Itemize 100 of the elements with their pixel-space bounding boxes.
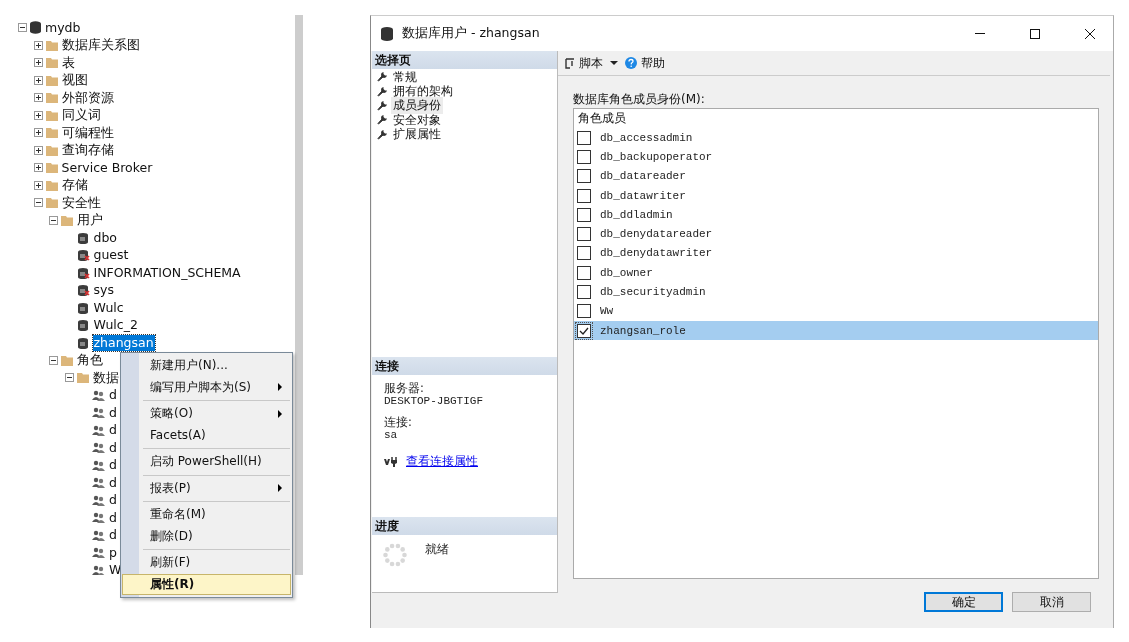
collapse-icon[interactable] — [49, 215, 58, 225]
collapse-icon[interactable] — [33, 198, 43, 208]
menu-item[interactable]: Facets(A) — [122, 424, 291, 446]
tree-item[interactable]: d — [108, 492, 118, 509]
cancel-button[interactable]: 取消 — [1012, 592, 1091, 612]
tree-item[interactable]: 安全性 — [60, 194, 102, 211]
role-name: db_datawriter — [600, 189, 686, 202]
checkbox[interactable] — [577, 323, 591, 338]
menu-item[interactable]: 删除(D) — [122, 525, 291, 547]
connection-properties-link[interactable]: 查看连接属性 — [406, 453, 478, 470]
server-name: DESKTOP-JBGTIGF — [384, 395, 485, 407]
role-name: db_securityadmin — [600, 286, 706, 298]
checkbox[interactable] — [577, 169, 591, 184]
role-icon — [92, 477, 105, 489]
checkbox[interactable] — [577, 285, 591, 299]
checkbox[interactable] — [577, 246, 591, 261]
tree-item[interactable]: 存储 — [60, 177, 89, 194]
section-header: 选择页 — [372, 51, 557, 69]
checkbox[interactable] — [577, 227, 591, 242]
role-row[interactable]: db_backupoperator — [574, 147, 1098, 167]
checkbox[interactable] — [577, 304, 591, 319]
page-item[interactable]: 扩展属性 — [391, 126, 443, 144]
role-row[interactable]: zhangsan_role — [574, 320, 1098, 341]
minimize-icon — [975, 33, 985, 34]
collapse-icon[interactable] — [64, 373, 74, 383]
connection-name: sa — [384, 429, 399, 441]
tree-item[interactable]: d — [108, 404, 118, 421]
spinner-icon — [383, 543, 407, 567]
tree-item[interactable]: 数据库关系图 — [60, 37, 141, 54]
role-name: db_backupoperator — [600, 150, 713, 163]
collapse-icon[interactable] — [18, 23, 27, 33]
tree-item[interactable]: d — [108, 457, 118, 474]
collapse-icon[interactable] — [49, 355, 58, 365]
checkbox[interactable] — [577, 265, 591, 280]
script-button[interactable]: 脚本 — [579, 54, 603, 72]
role-row[interactable]: Ww — [574, 301, 1098, 321]
menu-item[interactable]: 新建用户(N)... — [122, 355, 291, 377]
tree-item[interactable]: 查询存储 — [60, 142, 115, 159]
tree-item[interactable]: 角色 — [76, 352, 104, 369]
tree-item[interactable]: d — [108, 527, 118, 544]
tree-item[interactable]: d — [108, 474, 118, 491]
tree-item[interactable]: zhangsan — [92, 334, 155, 351]
help-button[interactable]: 帮助 — [641, 54, 665, 72]
expand-icon[interactable] — [33, 145, 43, 155]
role-row[interactable]: db_datawriter — [574, 185, 1098, 206]
menu-item[interactable]: 策略(O) — [122, 403, 291, 425]
tree-item[interactable]: 视图 — [60, 72, 89, 89]
page-item[interactable]: 成员身份 — [391, 97, 443, 115]
folder-icon — [76, 372, 89, 384]
folder-icon — [45, 162, 58, 174]
tree-item[interactable]: 外部资源 — [60, 89, 115, 106]
tree-item[interactable]: 用户 — [76, 212, 104, 229]
expand-icon[interactable] — [33, 75, 43, 85]
scrollbar[interactable] — [295, 15, 303, 575]
ok-button[interactable]: 确定 — [924, 592, 1003, 612]
tree-item[interactable]: 同义词 — [60, 107, 102, 124]
menu-item[interactable]: 刷新(F) — [122, 552, 291, 574]
menu-item[interactable]: 属性(R) — [122, 573, 291, 595]
section-header: 连接 — [372, 357, 557, 375]
role-row[interactable]: db_owner — [574, 263, 1098, 283]
tree-item[interactable]: dbo — [92, 229, 119, 246]
menu-item[interactable]: 启动 PowerShell(H) — [122, 451, 291, 473]
checkbox[interactable] — [577, 149, 591, 164]
wrench-icon — [377, 86, 387, 97]
tree-item[interactable]: Wulc — [92, 299, 125, 316]
tree-item[interactable]: 可编程性 — [60, 124, 115, 141]
tree-item[interactable]: d — [108, 387, 118, 404]
role-icon — [92, 442, 105, 454]
tree-item[interactable]: 数据 — [91, 369, 120, 386]
folder-icon — [45, 144, 58, 156]
checkbox[interactable] — [577, 207, 591, 222]
page-item[interactable]: 常规 — [391, 68, 419, 86]
expand-icon[interactable] — [33, 163, 43, 173]
expand-icon[interactable] — [33, 93, 43, 103]
checkbox[interactable] — [577, 130, 591, 145]
tree-item[interactable]: 表 — [60, 54, 76, 71]
expand-icon[interactable] — [33, 110, 43, 120]
role-icon — [92, 494, 105, 506]
role-row[interactable]: db_datareader — [574, 166, 1098, 186]
role-row[interactable]: db_denydatareader — [574, 224, 1098, 244]
tree-item[interactable]: Wulc_2 — [92, 317, 139, 334]
role-icon — [92, 547, 105, 559]
role-row[interactable]: db_ddladmin — [574, 205, 1098, 225]
expand-icon[interactable] — [33, 58, 43, 68]
tree-item[interactable]: d — [108, 439, 118, 456]
checkbox[interactable] — [577, 188, 591, 203]
tree-item[interactable]: Service Broker — [60, 159, 154, 176]
role-row[interactable]: db_accessadmin — [574, 128, 1098, 148]
menu-item[interactable]: 重命名(M) — [122, 504, 291, 526]
role-row[interactable]: db_securityadmin — [574, 282, 1098, 302]
tree-item[interactable]: mydb — [44, 19, 82, 36]
expand-icon[interactable] — [33, 40, 43, 50]
tree-item[interactable]: d — [108, 422, 118, 439]
menu-item[interactable]: 编写用户脚本为(S) — [122, 376, 291, 398]
tree-item[interactable]: d — [108, 509, 118, 526]
role-row[interactable]: db_denydatawriter — [574, 243, 1098, 264]
menu-item[interactable]: 报表(P) — [122, 477, 291, 499]
expand-icon[interactable] — [33, 128, 43, 138]
expand-icon[interactable] — [33, 180, 43, 190]
tree-item[interactable]: p — [108, 544, 118, 561]
